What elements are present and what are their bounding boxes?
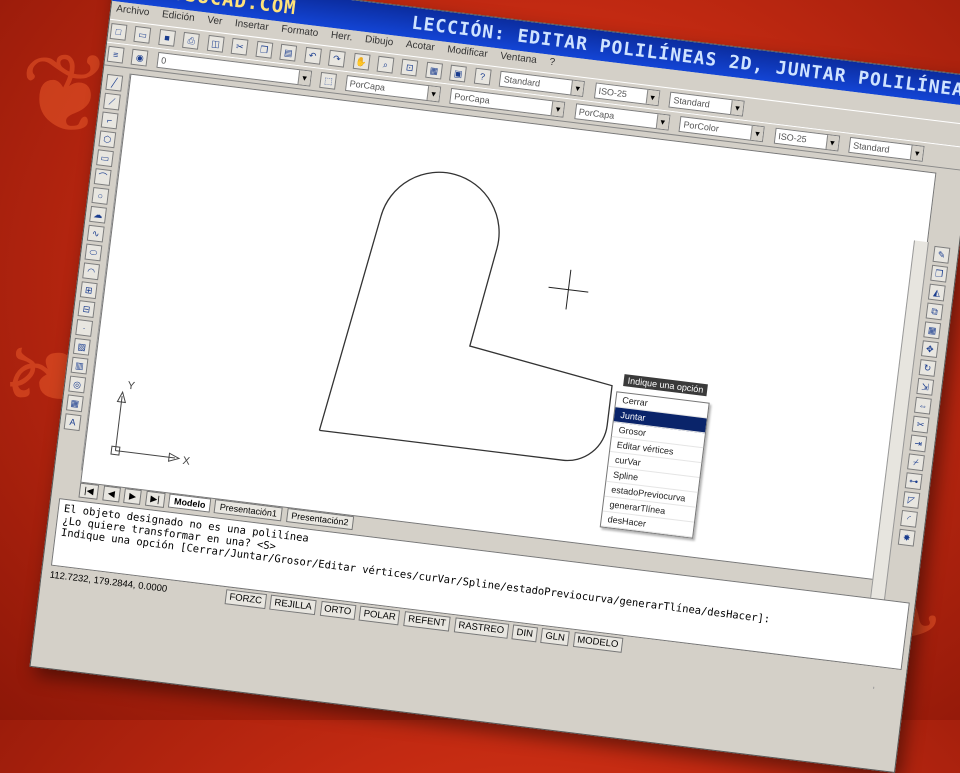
- pedit-options-menu: Cerrar Juntar Grosor Editar vértices cur…: [599, 391, 710, 539]
- autocad-window: AUTOSUCAD.COM LECCIÓN: EDITAR POLILÍNEAS…: [29, 0, 960, 773]
- layer-manager-icon[interactable]: ≡: [106, 45, 125, 64]
- ucs-icon: [110, 390, 181, 462]
- erase-icon[interactable]: ✎: [932, 245, 951, 264]
- toggle-din[interactable]: DIN: [511, 624, 538, 643]
- mtext-icon[interactable]: A: [63, 413, 82, 432]
- ucs-y-label: Y: [127, 380, 136, 393]
- crosshair-cursor: [548, 269, 589, 310]
- explode-icon[interactable]: ✸: [897, 528, 916, 547]
- point-icon[interactable]: ·: [75, 318, 94, 337]
- print-icon[interactable]: ⎙: [182, 31, 201, 50]
- region-icon[interactable]: ◎: [68, 375, 87, 394]
- zoom-window-icon[interactable]: ⊡: [400, 58, 419, 77]
- hatch-icon[interactable]: ▨: [72, 337, 91, 356]
- cut-icon[interactable]: ✂: [230, 37, 249, 56]
- tab-nav-next-icon[interactable]: ▶: [123, 488, 142, 506]
- preview-icon[interactable]: ◫: [206, 34, 225, 53]
- rectangle-icon[interactable]: ▭: [96, 149, 114, 168]
- toggle-refent[interactable]: REFENT: [403, 611, 451, 632]
- toggle-modelo[interactable]: MODELO: [572, 631, 624, 653]
- toggle-rastreo[interactable]: RASTREO: [453, 617, 509, 639]
- copy-object-icon[interactable]: ❐: [930, 264, 949, 283]
- fillet-icon[interactable]: ◜: [900, 509, 918, 528]
- trim-icon[interactable]: ✂: [911, 415, 930, 434]
- line-icon[interactable]: ╱: [105, 73, 124, 92]
- circle-icon[interactable]: ○: [91, 186, 110, 205]
- plotstyle-combo[interactable]: PorColor: [678, 116, 765, 143]
- paste-icon[interactable]: ▤: [279, 43, 298, 62]
- rotate-icon[interactable]: ↻: [918, 359, 937, 377]
- spline-icon[interactable]: ∿: [86, 224, 105, 243]
- tab-nav-first-icon[interactable]: |◀: [78, 482, 100, 500]
- menu-herramientas[interactable]: Herr.: [325, 27, 358, 46]
- toggle-forzc[interactable]: FORZC: [224, 589, 267, 610]
- undo-icon[interactable]: ↶: [303, 46, 322, 65]
- table-icon[interactable]: ▦: [65, 394, 84, 413]
- properties-icon[interactable]: ▦: [425, 61, 443, 80]
- extend-icon[interactable]: ⇥: [909, 434, 928, 453]
- make-block-icon[interactable]: ⊟: [77, 300, 96, 318]
- join-icon[interactable]: ⊶: [904, 472, 923, 491]
- menu-ayuda[interactable]: ?: [544, 54, 561, 71]
- ellipse-icon[interactable]: ⬭: [84, 243, 103, 262]
- l-shape-polyline[interactable]: [318, 161, 635, 465]
- move-icon[interactable]: ✥: [920, 340, 939, 359]
- ucs-x-label: X: [182, 455, 191, 468]
- make-current-icon[interactable]: ⬚: [319, 71, 338, 90]
- polyline-icon[interactable]: ⌐: [100, 111, 119, 130]
- menu-ver[interactable]: Ver: [201, 12, 228, 30]
- redo-icon[interactable]: ↷: [328, 49, 346, 68]
- new-icon[interactable]: □: [109, 22, 128, 41]
- mirror-icon[interactable]: ◭: [927, 283, 946, 302]
- stretch-icon[interactable]: ⇔: [914, 396, 932, 415]
- save-icon[interactable]: ■: [158, 28, 176, 47]
- break-icon[interactable]: ⌿: [907, 453, 925, 472]
- array-icon[interactable]: ▦: [923, 321, 942, 340]
- mleader-combo[interactable]: ISO-25: [773, 127, 840, 152]
- standard-style-combo[interactable]: Standard: [848, 136, 925, 162]
- construction-line-icon[interactable]: ⟋: [103, 92, 121, 111]
- scale-icon[interactable]: ⇲: [916, 377, 935, 396]
- layer-state-icon[interactable]: ◉: [131, 48, 149, 67]
- designcenter-icon[interactable]: ▣: [449, 64, 468, 83]
- toggle-gln[interactable]: GLN: [540, 627, 570, 647]
- open-icon[interactable]: ▭: [133, 25, 152, 44]
- toggle-orto[interactable]: ORTO: [319, 600, 357, 620]
- arc-icon[interactable]: ⌒: [93, 168, 112, 186]
- ellipse-arc-icon[interactable]: ◠: [82, 262, 101, 281]
- chamfer-icon[interactable]: ◸: [902, 491, 921, 509]
- offset-icon[interactable]: ⧉: [925, 302, 944, 321]
- polygon-icon[interactable]: ⬡: [98, 130, 117, 149]
- toggle-polar[interactable]: POLAR: [358, 605, 401, 626]
- zoom-icon[interactable]: ⌕: [376, 55, 395, 74]
- tab-nav-last-icon[interactable]: ▶|: [144, 490, 166, 508]
- toggle-rejilla[interactable]: REJILLA: [269, 594, 317, 616]
- revision-cloud-icon[interactable]: ☁: [89, 205, 107, 224]
- copy-icon[interactable]: ❐: [255, 40, 274, 59]
- pan-icon[interactable]: ✋: [352, 52, 371, 71]
- gradient-icon[interactable]: ▥: [70, 356, 89, 375]
- help-icon[interactable]: ?: [473, 67, 492, 86]
- insert-block-icon[interactable]: ⊞: [79, 281, 98, 300]
- tab-nav-prev-icon[interactable]: ◀: [102, 485, 121, 503]
